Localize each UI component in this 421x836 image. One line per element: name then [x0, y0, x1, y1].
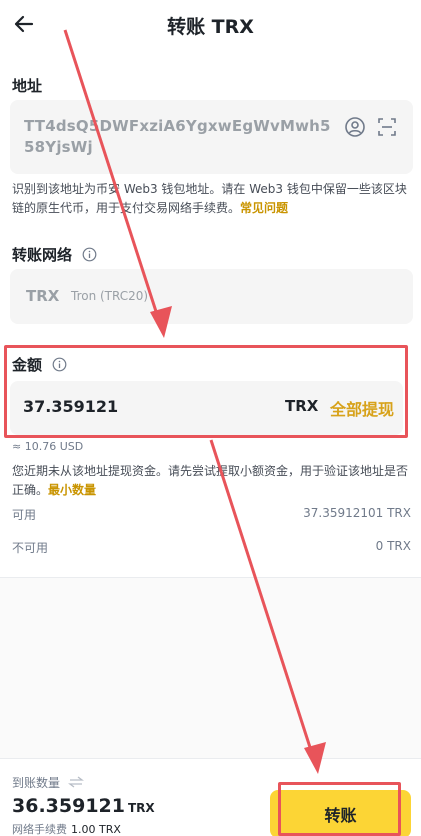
network-label: 转账网络	[12, 244, 97, 265]
info-icon[interactable]	[82, 247, 97, 262]
network-selector[interactable]: TRX Tron (TRC20)	[10, 269, 413, 324]
receive-label: 到账数量	[12, 774, 84, 791]
unavailable-label: 不可用	[12, 541, 49, 555]
empty-area	[0, 578, 421, 758]
address-note-text: 识别到该地址为币安 Web3 钱包地址。请在 Web3 钱包中保留一些该区块链的…	[12, 182, 407, 215]
usd-equivalent: ≈ 10.76 USD	[12, 440, 84, 453]
available-value: 37.35912101 TRX	[303, 506, 411, 520]
amount-warning: 您近期未从该地址提现资金。请先尝试提取小额资金，用于验证该地址是否正确。最小数量	[12, 462, 412, 500]
network-label-text: 转账网络	[12, 246, 73, 264]
address-label: 地址	[12, 77, 43, 95]
annotation-box-amount	[4, 345, 408, 438]
min-amount-link[interactable]: 最小数量	[48, 483, 96, 497]
page-title: 转账 TRX	[167, 16, 254, 38]
address-field[interactable]: TT4dsQ5DWFxziA6YgxwEgWvMwh558YjsWj	[10, 100, 413, 174]
network-fee: 网络手续费 1.00 TRX	[12, 821, 121, 836]
available-label: 可用	[12, 508, 37, 522]
header: 转账 TRX	[0, 0, 421, 52]
contact-icon[interactable]	[344, 116, 366, 138]
address-value: TT4dsQ5DWFxziA6YgxwEgWvMwh558YjsWj	[24, 117, 331, 156]
receive-amount: 36.359121 TRX	[12, 795, 155, 817]
annotation-box-submit	[278, 782, 401, 836]
fee-label: 网络手续费	[12, 823, 67, 836]
swap-icon[interactable]	[67, 776, 84, 788]
address-note: 识别到该地址为币安 Web3 钱包地址。请在 Web3 钱包中保留一些该区块链的…	[12, 180, 412, 218]
receive-unit: TRX	[127, 801, 155, 815]
receive-amount-value: 36.359121	[12, 795, 125, 817]
scan-icon[interactable]	[376, 116, 398, 138]
network-name: Tron (TRC20)	[71, 289, 149, 303]
faq-link[interactable]: 常见问题	[240, 201, 288, 215]
fee-value: 1.00 TRX	[71, 823, 121, 836]
unavailable-value: 0 TRX	[375, 539, 411, 553]
receive-label-text: 到账数量	[12, 776, 61, 790]
network-symbol: TRX	[26, 287, 60, 305]
